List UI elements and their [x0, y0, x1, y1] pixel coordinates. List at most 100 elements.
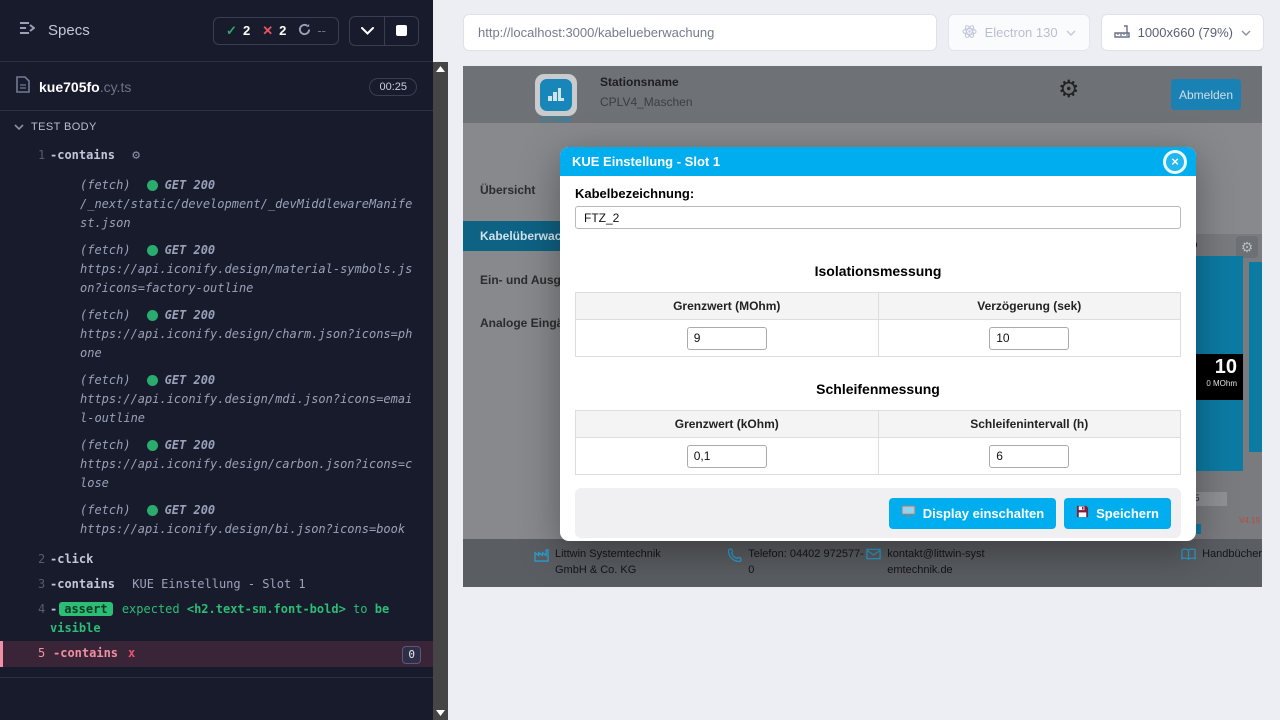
- stop-icon: [396, 25, 407, 36]
- email-icon: [866, 548, 881, 579]
- spec-ext: .cy.ts: [100, 79, 132, 95]
- footer-manuals[interactable]: Handbücher: [1181, 547, 1262, 567]
- test-body-toggle[interactable]: TEST BODY: [0, 111, 433, 139]
- reporter-header: Specs ✓2 ✕2 --: [0, 0, 433, 62]
- kue-settings-modal: KUE Einstellung - Slot 1 × Kabelbezeichn…: [560, 147, 1196, 541]
- cable-designation-input[interactable]: [575, 206, 1181, 229]
- url-bar[interactable]: [463, 14, 937, 51]
- request-url: https://api.iconify.design/mdi.json?icon…: [80, 390, 415, 428]
- logout-button[interactable]: Abmelden: [1171, 79, 1241, 110]
- test-stats: ✓2 ✕2 --: [213, 17, 339, 45]
- logo-wordmark: LITTWIN: [535, 117, 577, 124]
- request-url: https://api.iconify.design/carbon.json?i…: [80, 455, 415, 493]
- ruler-icon: [1114, 24, 1130, 41]
- book-icon: [1181, 548, 1196, 567]
- modal-title: KUE Einstellung - Slot 1: [572, 154, 720, 169]
- loop-limit-input[interactable]: [687, 445, 767, 468]
- spec-row[interactable]: kue705fo.cy.ts 00:25: [0, 62, 433, 111]
- request-url: https://api.iconify.design/charm.json?ic…: [80, 325, 415, 363]
- display-on-button[interactable]: Display einschalten: [889, 498, 1056, 529]
- footer-email: kontakt@littwin-systemtechnik.de: [866, 547, 1041, 579]
- column-header: Verzögerung (sek): [878, 293, 1181, 320]
- collapse-button[interactable]: [350, 17, 384, 45]
- cable-designation-label: Kabelbezeichnung:: [575, 186, 1181, 201]
- command-row[interactable]: 2 -click: [0, 547, 433, 572]
- modal-header: KUE Einstellung - Slot 1 ×: [560, 147, 1196, 176]
- spec-name: kue705fo: [39, 79, 100, 95]
- column-header: Grenzwert (MOhm): [576, 293, 879, 320]
- scroll-up-icon[interactable]: [433, 62, 448, 76]
- specs-list-icon[interactable]: [18, 20, 38, 41]
- status-dot-icon: [147, 440, 158, 451]
- command-row-assert[interactable]: 4 -assert expected <h2.text-sm.font-bold…: [0, 597, 433, 641]
- close-icon[interactable]: ×: [1163, 150, 1187, 174]
- stat-failed: ✕2: [262, 23, 286, 39]
- app-footer: Littwin Systemtechnik GmbH & Co. KG Tele…: [463, 539, 1262, 587]
- modal-footer: Display einschalten Speichern: [575, 488, 1181, 538]
- request-url: /_next/static/development/_devMiddleware…: [80, 195, 415, 233]
- factory-icon: [534, 548, 549, 579]
- company-logo: [535, 74, 577, 116]
- loop-table: Grenzwert (kOhm) Schleifenintervall (h): [575, 410, 1181, 475]
- cypress-reporter: Specs ✓2 ✕2 -- kue705fo.cy.ts 00:25 TEST…: [0, 0, 433, 720]
- stop-button[interactable]: [384, 17, 418, 45]
- status-dot-icon: [147, 245, 158, 256]
- chevron-down-icon: [1241, 30, 1251, 36]
- floppy-icon: [1076, 505, 1089, 521]
- isolation-table: Grenzwert (MOhm) Verzögerung (sek): [575, 292, 1181, 357]
- refresh-icon: [298, 23, 311, 39]
- viewport-select[interactable]: 1000x660 (79%): [1101, 14, 1264, 51]
- status-dot-icon: [147, 375, 158, 386]
- status-dot-icon: [147, 505, 158, 516]
- command-row[interactable]: 1 -contains ⚙: [0, 143, 433, 168]
- chevron-down-icon: [14, 124, 24, 131]
- chevron-down-icon: [1066, 30, 1076, 36]
- app-header: LITTWIN Stationsname CPLV4_Maschen ⚙ Abm…: [463, 66, 1262, 123]
- assert-badge: assert: [59, 602, 112, 616]
- gear-arg-icon: ⚙: [132, 148, 140, 163]
- request-url: https://api.iconify.design/bi.json?icons…: [80, 520, 415, 539]
- stat-pending: --: [298, 23, 326, 39]
- command-row-failed[interactable]: 5 -containsx 0: [0, 641, 433, 667]
- footer-company: Littwin Systemtechnik GmbH & Co. KG: [534, 547, 728, 579]
- command-log: 1 -contains ⚙ (fetch)GET 200 /_next/stat…: [0, 139, 433, 678]
- network-log-entry[interactable]: (fetch)GET 200 https://api.iconify.desig…: [80, 436, 421, 493]
- loop-section-title: Schleifenmessung: [575, 381, 1181, 397]
- status-dot-icon: [147, 310, 158, 321]
- phone-icon: [728, 548, 742, 579]
- reporter-scrollbar[interactable]: [433, 62, 448, 720]
- browser-select[interactable]: Electron 130: [948, 14, 1090, 51]
- isolation-limit-input[interactable]: [687, 327, 767, 350]
- save-button[interactable]: Speichern: [1064, 498, 1171, 529]
- fail-arg: x: [128, 646, 135, 660]
- command-row[interactable]: 3 -contains KUE Einstellung - Slot 1: [0, 572, 433, 597]
- fail-icon: ✕: [262, 23, 273, 39]
- stat-passed: ✓2: [226, 23, 250, 39]
- isolation-delay-input[interactable]: [989, 327, 1069, 350]
- footer-phone: Telefon: 04402 972577-0: [728, 547, 866, 579]
- network-log-entry[interactable]: (fetch)GET 200 https://api.iconify.desig…: [80, 501, 421, 539]
- electron-icon: [962, 24, 977, 42]
- runner-stage: Electron 130 1000x660 (79%) LITTWIN Stat…: [448, 0, 1280, 720]
- scroll-down-icon[interactable]: [433, 706, 448, 720]
- card-gear-icon[interactable]: ⚙: [1236, 236, 1258, 258]
- runner-controls: [349, 16, 419, 46]
- station-name-value: CPLV4_Maschen: [600, 95, 693, 109]
- settings-gear-icon[interactable]: ⚙: [1058, 78, 1080, 102]
- network-log-entry[interactable]: (fetch)GET 200 /_next/static/development…: [80, 176, 421, 233]
- request-url: https://api.iconify.design/material-symb…: [80, 260, 415, 298]
- station-name-label: Stationsname: [600, 75, 679, 89]
- network-log-entry[interactable]: (fetch)GET 200 https://api.iconify.desig…: [80, 371, 421, 428]
- network-log-entry[interactable]: (fetch)GET 200 https://api.iconify.desig…: [80, 241, 421, 298]
- network-log-entry[interactable]: (fetch)GET 200 https://api.iconify.desig…: [80, 306, 421, 363]
- check-icon: ✓: [226, 23, 237, 39]
- column-header: Schleifenintervall (h): [878, 411, 1181, 438]
- stage-topbar: Electron 130 1000x660 (79%): [448, 0, 1280, 51]
- specs-label[interactable]: Specs: [48, 22, 90, 39]
- isolation-section-title: Isolationsmessung: [575, 263, 1181, 279]
- app-under-test: LITTWIN Stationsname CPLV4_Maschen ⚙ Abm…: [463, 66, 1262, 587]
- status-dot-icon: [147, 180, 158, 191]
- spec-file-icon: [16, 76, 30, 98]
- column-header: Grenzwert (kOhm): [576, 411, 879, 438]
- loop-interval-input[interactable]: [989, 445, 1069, 468]
